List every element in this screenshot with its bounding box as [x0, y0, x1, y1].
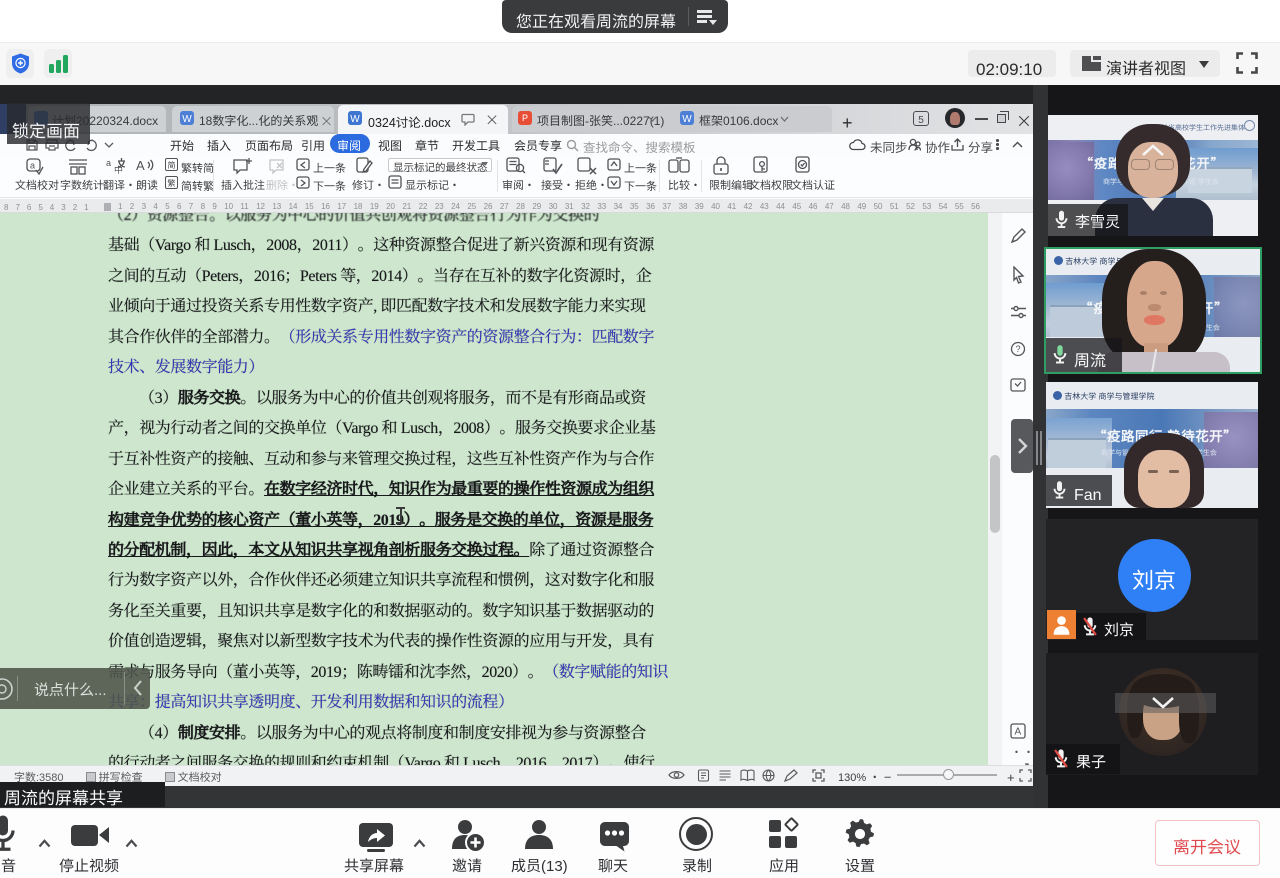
svg-text:?: ?	[1016, 342, 1021, 355]
svg-text:a: a	[30, 159, 35, 172]
svg-text:a: a	[106, 157, 111, 169]
svg-text:A: A	[1015, 723, 1022, 738]
svg-text:A: A	[136, 157, 145, 174]
